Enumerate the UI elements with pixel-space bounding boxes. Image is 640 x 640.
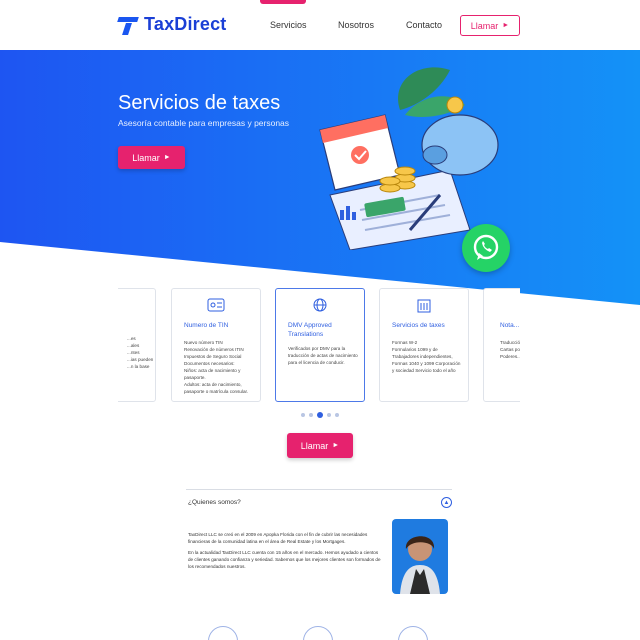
nav-servicios[interactable]: Servicios [270, 20, 307, 30]
hero-subtitle: Asesoría contable para empresas y person… [118, 118, 290, 128]
service-card[interactable]: ...es ...ales ...ntes ...ias pueden ...n… [118, 288, 156, 402]
carousel-dot[interactable] [335, 413, 339, 417]
feature-icon [208, 626, 238, 640]
carousel-dot-active[interactable] [317, 412, 323, 418]
services-carousel[interactable]: ...es ...ales ...ntes ...ias pueden ...n… [118, 288, 520, 406]
header-call-label: Llamar [470, 20, 499, 31]
service-card-body: ...es ...ales ...ntes ...ias pueden ...n… [127, 336, 154, 369]
tax-building-icon [417, 299, 431, 313]
service-card-body: Formas W-2 Formularios 1099 y de Trabaja… [392, 340, 461, 373]
feature-icon [303, 626, 333, 640]
service-card-tin[interactable]: Numero de TIN Nuevo número TIN Renovació… [171, 288, 261, 402]
nav-active-indicator [260, 0, 306, 4]
service-card-dmv[interactable]: DMV Approved Translations Verificados po… [275, 288, 365, 402]
about-title[interactable]: ¿Quienes somos? [188, 499, 241, 506]
taxdirect-logo-icon [117, 15, 140, 35]
feature-icon [398, 626, 428, 640]
hero-title: Servicios de taxes [118, 92, 281, 114]
hero-call-label: Llamar [132, 152, 160, 163]
id-card-icon [207, 298, 225, 312]
service-card-title: Nota... [500, 322, 520, 329]
play-arrow-icon: ► [163, 154, 171, 161]
whatsapp-icon[interactable] [462, 224, 510, 272]
hero-call-button[interactable]: Llamar ► [118, 146, 185, 169]
carousel-dot[interactable] [309, 413, 313, 417]
about-paragraph: TaxDirect LLC se creó en el 2009 en Apop… [188, 532, 368, 544]
service-card-body: Verificados por DMV para la traducción d… [288, 346, 358, 365]
service-card-notary[interactable]: Nota... Traducción... Cartas po... Poder… [483, 288, 520, 402]
carousel-dot[interactable] [301, 413, 305, 417]
nav-contacto[interactable]: Contacto [406, 20, 442, 30]
carousel-dot[interactable] [327, 413, 331, 417]
service-card-title: Numero de TIN [184, 322, 229, 329]
translation-icon [313, 298, 327, 312]
service-card-body: Nuevo número TIN Renovación de números I… [184, 340, 249, 394]
brand-logo[interactable]: TaxDirect [117, 14, 227, 35]
nav-nosotros[interactable]: Nosotros [338, 20, 374, 30]
brand-name: TaxDirect [144, 14, 227, 34]
finance-illustration [319, 67, 499, 250]
services-call-button[interactable]: Llamar ► [287, 433, 353, 458]
header-call-button[interactable]: Llamar ► [460, 15, 520, 36]
services-call-label: Llamar [300, 440, 329, 451]
carousel-pagination [301, 412, 339, 418]
play-arrow-icon: ► [332, 442, 340, 449]
play-arrow-icon: ► [502, 22, 510, 29]
founder-photo [392, 519, 448, 594]
service-card-title: Servicios de taxes [392, 322, 445, 329]
about-paragraph: En la actualidad TaxDirect LLC cuenta co… [188, 550, 381, 569]
site-header: TaxDirect Servicios Nosotros Contacto Ll… [0, 0, 640, 50]
service-card-taxes[interactable]: Servicios de taxes Formas W-2 Formulario… [379, 288, 469, 402]
service-card-title: DMV Approved Translations [288, 322, 332, 338]
about-divider [186, 489, 452, 490]
collapse-toggle-icon[interactable]: ▲ [441, 497, 452, 508]
service-card-body: Traducción... Cartas po... Poderes... [500, 340, 520, 359]
